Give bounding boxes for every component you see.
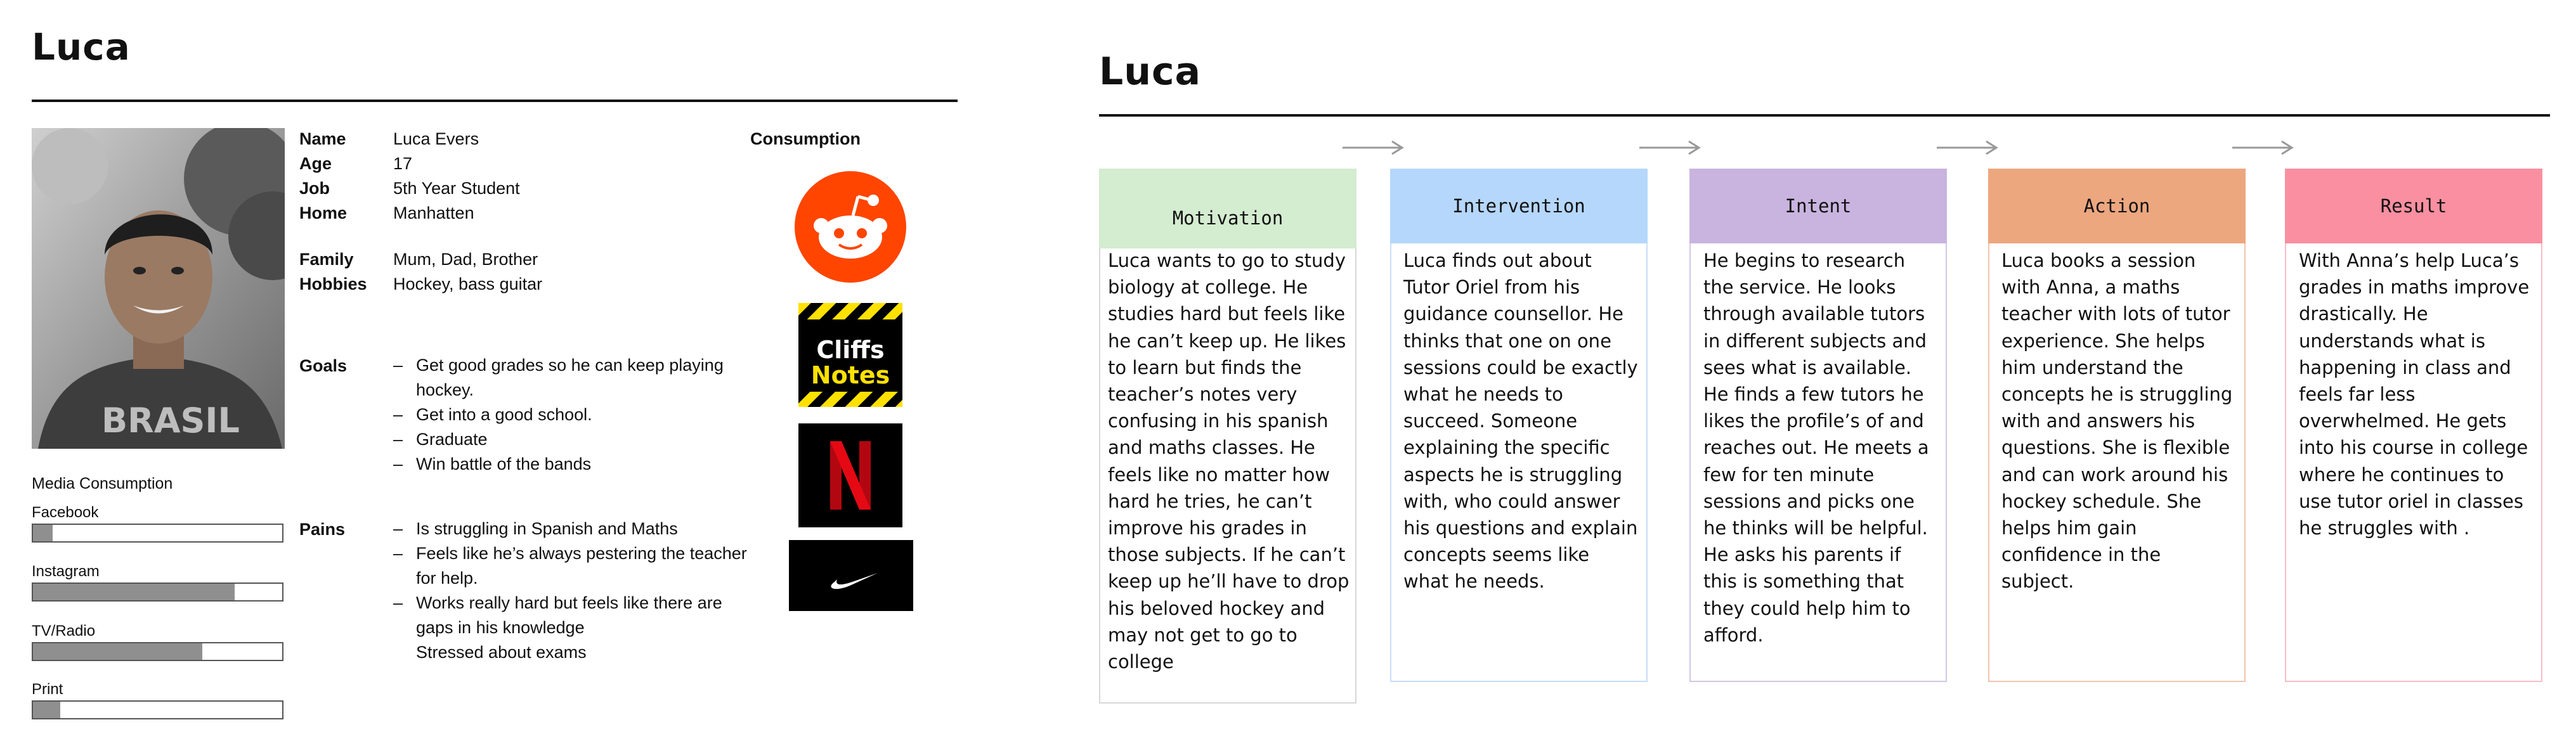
stage-result-text: With Anna’s help Luca’s grades in maths … bbox=[2299, 250, 2530, 539]
media-label-facebook: Facebook bbox=[32, 504, 99, 521]
nike-logo bbox=[789, 540, 913, 611]
profile-photo: BRASIL bbox=[32, 128, 285, 449]
media-bar-fill bbox=[33, 525, 53, 541]
media-bar-instagram bbox=[32, 582, 283, 602]
stage-intervention-text: Luca finds out about Tutor Oriel from hi… bbox=[1403, 250, 1638, 593]
goal-item: Get into a good school. bbox=[393, 402, 748, 427]
goal-item: Get good grades so he can keep playing h… bbox=[393, 353, 748, 402]
pain-item: Is struggling in Spanish and Maths bbox=[393, 517, 748, 541]
cliffsnotes-logo-text-1: Cliffs bbox=[816, 336, 885, 364]
stage-result-header: Result bbox=[2285, 169, 2542, 243]
stage-label: Result bbox=[2380, 195, 2447, 217]
stage-label: Motivation bbox=[1172, 207, 1284, 229]
pain-item: Works really hard but feels like there a… bbox=[393, 591, 748, 640]
arrow-icon bbox=[2232, 140, 2294, 155]
job-value: 5th Year Student bbox=[393, 179, 520, 198]
media-bar-fill bbox=[33, 643, 203, 660]
stage-action-header: Action bbox=[1988, 169, 2246, 243]
goals-list: Get good grades so he can keep playing h… bbox=[393, 353, 748, 477]
stage-motivation-text: Luca wants to go to study biology at col… bbox=[1108, 250, 1350, 673]
journey-title: Luca bbox=[1099, 49, 1202, 94]
arrow-icon bbox=[1937, 140, 1998, 155]
media-bar-fill bbox=[33, 702, 61, 718]
title-divider bbox=[32, 100, 958, 102]
media-bar-facebook bbox=[32, 524, 283, 543]
stage-intent-header: Intent bbox=[1689, 169, 1947, 243]
cliffsnotes-logo-text-2: Notes bbox=[810, 361, 890, 389]
goals-label: Goals bbox=[299, 356, 348, 375]
stage-motivation-header: Motivation bbox=[1099, 169, 1356, 248]
name-label: Name bbox=[299, 129, 346, 148]
pain-item: Stressed about exams bbox=[416, 643, 587, 662]
age-label: Age bbox=[299, 154, 332, 173]
stage-label: Intent bbox=[1785, 195, 1852, 217]
home-label: Home bbox=[299, 203, 348, 222]
media-bar-fill bbox=[33, 584, 235, 600]
stage-label: Intervention bbox=[1452, 195, 1585, 217]
arrow-icon bbox=[1343, 140, 1404, 155]
stage-action-text: Luca books a session with Anna, a maths … bbox=[2001, 250, 2233, 593]
media-label-print: Print bbox=[32, 681, 63, 698]
media-consumption-title: Media Consumption bbox=[32, 475, 173, 492]
pain-item: Feels like he’s always pestering the tea… bbox=[393, 541, 748, 591]
stage-intent-text: He begins to research the service. He lo… bbox=[1703, 250, 1929, 646]
name-value: Luca Evers bbox=[393, 129, 479, 148]
consumption-title: Consumption bbox=[750, 129, 861, 148]
svg-text:BRASIL: BRASIL bbox=[101, 401, 240, 441]
cliffsnotes-logo: Cliffs Notes bbox=[798, 303, 902, 407]
persona-title: Luca bbox=[32, 25, 131, 68]
home-value: Manhatten bbox=[393, 203, 474, 222]
stage-intervention-header: Intervention bbox=[1390, 169, 1648, 243]
hobbies-label: Hobbies bbox=[299, 274, 367, 293]
family-label: Family bbox=[299, 250, 354, 269]
reddit-logo bbox=[795, 171, 906, 283]
arrow-icon bbox=[1639, 140, 1701, 155]
media-label-instagram: Instagram bbox=[32, 563, 100, 580]
family-value: Mum, Dad, Brother bbox=[393, 250, 538, 269]
media-bar-tv-radio bbox=[32, 642, 283, 661]
age-value: 17 bbox=[393, 154, 413, 173]
pains-label: Pains bbox=[299, 520, 346, 539]
media-label-tv-radio: TV/Radio bbox=[32, 622, 96, 640]
journey-divider bbox=[1099, 114, 2550, 117]
goal-item: Graduate bbox=[393, 427, 748, 452]
pains-list: Is struggling in Spanish and Maths Feels… bbox=[393, 517, 748, 665]
stage-label: Action bbox=[2083, 195, 2150, 217]
goal-item: Win battle of the bands bbox=[393, 452, 748, 477]
job-label: Job bbox=[299, 179, 330, 198]
hobbies-value: Hockey, bass guitar bbox=[393, 274, 543, 293]
media-bar-print bbox=[32, 700, 283, 719]
netflix-logo bbox=[798, 423, 902, 527]
